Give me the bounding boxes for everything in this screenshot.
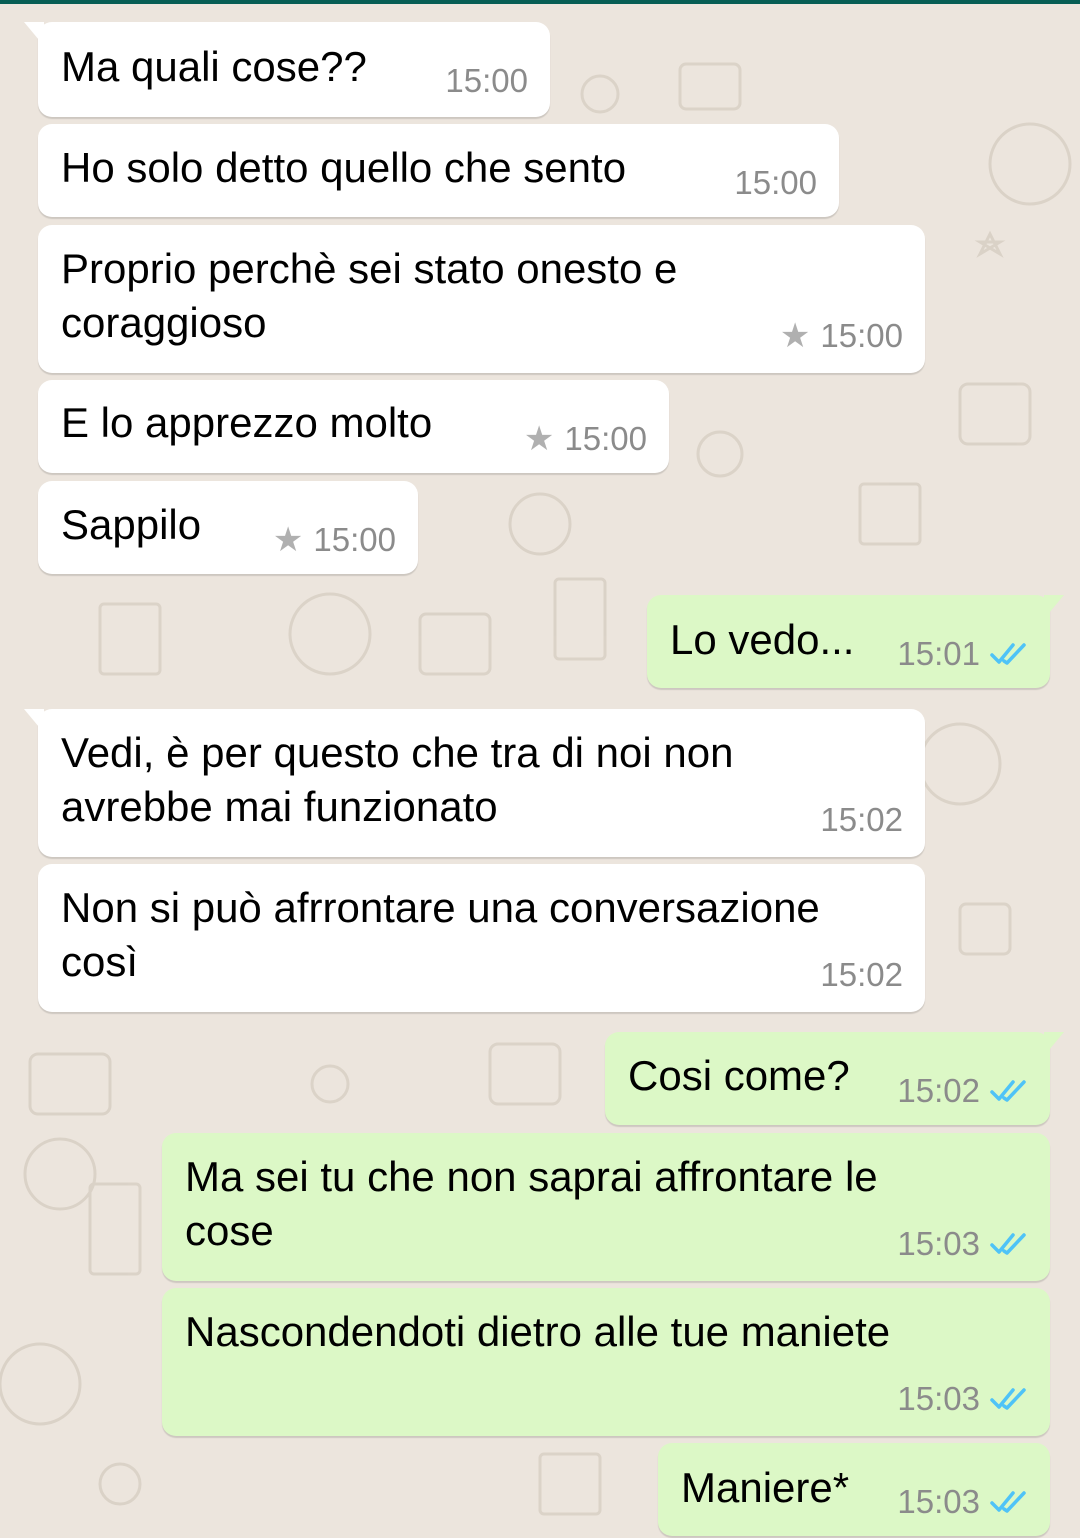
message-time: 15:02: [897, 1072, 980, 1109]
message-text: Vedi, è per questo che tra di noi non av…: [61, 729, 734, 830]
message-text: E lo apprezzo molto: [61, 399, 433, 446]
message-text: Maniere*: [681, 1464, 850, 1511]
message-time: 15:03: [897, 1380, 980, 1417]
message-time: 15:03: [897, 1483, 980, 1520]
message-text: Ma sei tu che non saprai affrontare le c…: [185, 1153, 878, 1254]
double-check-read-icon: [990, 1233, 1026, 1255]
outgoing-message[interactable]: Nascondendoti dietro alle tue maniete 15…: [162, 1288, 1050, 1436]
message-text: Lo vedo...: [670, 616, 855, 663]
incoming-message[interactable]: Proprio perchè sei stato onesto e coragg…: [38, 225, 925, 373]
bubble-tail: [1044, 1032, 1064, 1056]
star-icon: ★: [779, 317, 811, 355]
outgoing-message[interactable]: Maniere* 15:03: [658, 1443, 1050, 1536]
message-time: 15:00: [734, 164, 817, 201]
message-meta: ★ 15:00: [780, 317, 903, 355]
message-time: 15:03: [897, 1225, 980, 1262]
message-meta: 15:03: [897, 1380, 1030, 1418]
bubble-tail: [24, 22, 44, 46]
message-meta: 15:03: [897, 1483, 1030, 1521]
bubble-tail: [24, 709, 44, 733]
double-check-read-icon: [990, 1080, 1026, 1102]
message-meta: 15:02: [820, 801, 903, 839]
message-meta: 15:03: [897, 1225, 1030, 1263]
incoming-message[interactable]: Non si può afrrontare una conversazione …: [38, 864, 925, 1012]
message-meta: 15:02: [897, 1072, 1030, 1110]
message-time: 15:02: [820, 956, 903, 993]
message-text: Ma quali cose??: [61, 43, 367, 90]
message-text: Nascondendoti dietro alle tue maniete: [185, 1308, 891, 1355]
message-text: Proprio perchè sei stato onesto e coragg…: [61, 245, 678, 346]
incoming-message[interactable]: Ma quali cose?? 15:00: [24, 22, 550, 117]
message-meta: ★ 15:00: [273, 521, 396, 559]
double-check-read-icon: [990, 643, 1026, 665]
incoming-message[interactable]: Ho solo detto quello che sento 15:00: [38, 124, 839, 217]
message-time: 15:01: [897, 635, 980, 672]
bubble-tail: [1044, 595, 1064, 619]
star-icon: ★: [523, 420, 555, 458]
incoming-message[interactable]: Sappilo ★ 15:00: [38, 481, 418, 574]
incoming-message[interactable]: E lo apprezzo molto ★ 15:00: [38, 380, 669, 473]
message-text: Cosi come?: [628, 1052, 850, 1099]
message-meta: 15:01: [897, 635, 1030, 673]
star-icon: ★: [272, 521, 304, 559]
message-text: Non si può afrrontare una conversazione …: [61, 884, 820, 985]
message-text: Sappilo: [61, 501, 202, 548]
message-time: 15:00: [313, 521, 396, 558]
message-time: 15:02: [820, 801, 903, 838]
message-text: Ho solo detto quello che sento: [61, 144, 627, 191]
message-meta: 15:02: [820, 956, 903, 994]
outgoing-message[interactable]: Ma sei tu che non saprai affrontare le c…: [162, 1133, 1050, 1281]
double-check-read-icon: [990, 1491, 1026, 1513]
incoming-message[interactable]: Vedi, è per questo che tra di noi non av…: [24, 709, 925, 857]
message-time: 15:00: [564, 420, 647, 457]
double-check-read-icon: [990, 1388, 1026, 1410]
message-time: 15:00: [445, 62, 528, 99]
message-meta: ★ 15:00: [524, 420, 647, 458]
message-meta: 15:00: [445, 62, 528, 100]
outgoing-message[interactable]: Lo vedo... 15:01: [647, 595, 1064, 688]
message-time: 15:00: [820, 317, 903, 354]
outgoing-message[interactable]: Cosi come? 15:02: [605, 1032, 1064, 1125]
message-meta: 15:00: [734, 164, 817, 202]
